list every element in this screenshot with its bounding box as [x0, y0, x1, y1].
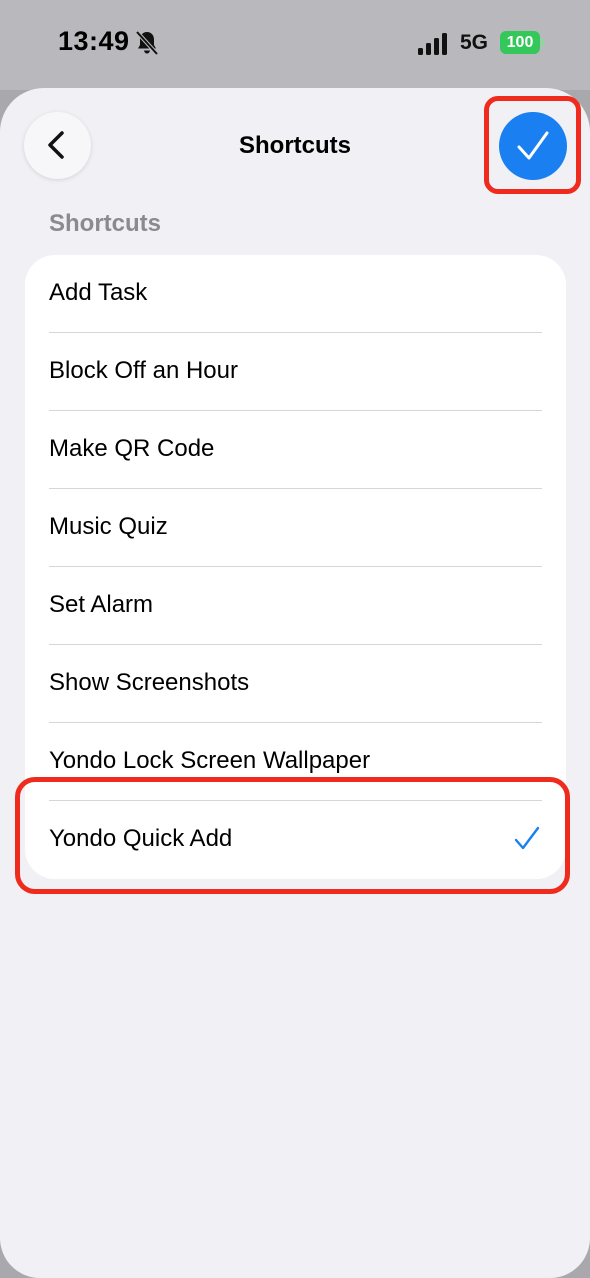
bell-slash-icon: [135, 30, 159, 56]
selected-row-highlight: [15, 777, 570, 894]
shortcuts-sheet: Shortcuts Shortcuts Add Task Block Off a…: [0, 88, 590, 1278]
battery-icon: 100: [500, 31, 544, 54]
list-item[interactable]: Music Quiz: [25, 489, 566, 567]
status-time: 13:49: [58, 26, 130, 56]
list-item[interactable]: Add Task: [25, 255, 566, 333]
list-item-label: Yondo Lock Screen Wallpaper: [49, 747, 371, 774]
signal-icon: [418, 33, 447, 55]
list-item[interactable]: Set Alarm: [25, 567, 566, 645]
battery-level: 100: [500, 31, 540, 54]
network-label: 5G: [460, 31, 489, 54]
list-item[interactable]: Show Screenshots: [25, 645, 566, 723]
done-button[interactable]: [499, 112, 567, 180]
status-bar: 13:49 5G 100: [0, 0, 590, 90]
list-item-label: Make QR Code: [49, 435, 215, 462]
list-item-label: Add Task: [49, 279, 148, 306]
list-item[interactable]: Make QR Code: [25, 411, 566, 489]
list-item-label: Set Alarm: [49, 591, 154, 618]
list-item-label: Block Off an Hour: [49, 357, 238, 384]
section-header: Shortcuts: [49, 210, 162, 237]
list-item-label: Show Screenshots: [49, 669, 250, 696]
checkmark-icon: [517, 131, 549, 160]
list-item[interactable]: Block Off an Hour: [25, 333, 566, 411]
list-item-label: Music Quiz: [49, 513, 168, 540]
battery-cap: [541, 38, 544, 47]
